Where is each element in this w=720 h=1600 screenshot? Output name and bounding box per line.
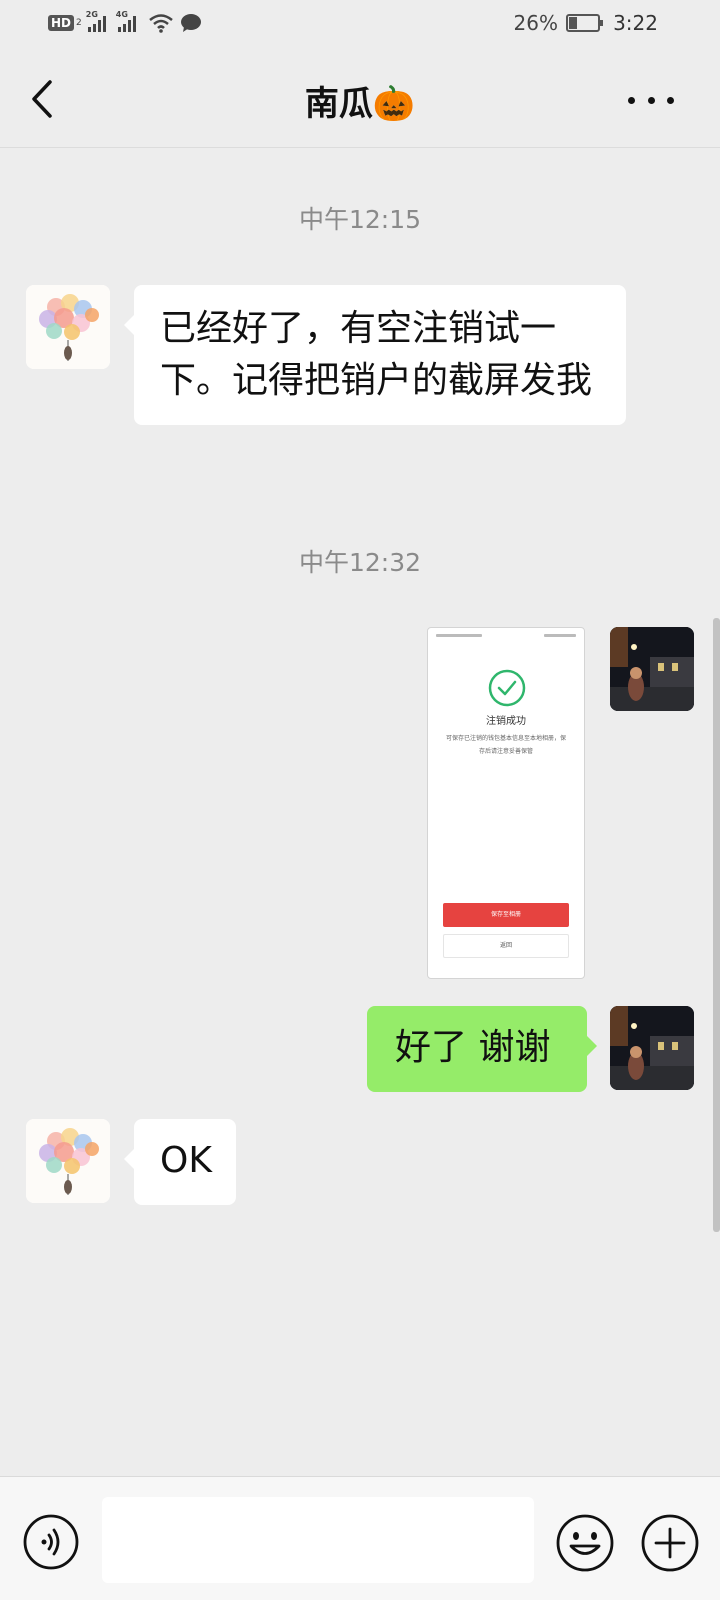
night-street-avatar-image [610,1006,694,1090]
status-icons-right: 26% [513,11,603,35]
voice-icon [23,1514,79,1570]
message-input[interactable] [102,1497,534,1583]
status-bar: HD 2 2G 4G 26% 3:22 [0,0,720,50]
plus-icon [641,1514,699,1572]
outgoing-message-bubble[interactable]: 好了 谢谢 [367,1006,597,1092]
battery-percent: 26% [513,11,558,35]
emoji-button[interactable] [555,1513,615,1573]
status-icons-left: HD 2 2G 4G [48,10,202,33]
signal-icon-sim2: 4G [116,10,136,32]
battery-icon [566,14,603,32]
sim2-network-label: 4G [115,10,128,19]
screenshot-status-bar [436,632,576,638]
chat-header: 南瓜🎃 [0,50,720,148]
incoming-message-bubble[interactable]: OK [124,1119,236,1205]
contact-avatar[interactable] [26,1119,110,1203]
more-dots-icon [628,96,635,104]
balloons-avatar-image [26,285,110,369]
image-message[interactable]: 注销成功 可保存已注销的钱包基本信息至本地相册，保存后请注意妥善保管 保存至相册… [427,627,585,979]
chat-title: 南瓜🎃 [304,84,416,124]
message-text: 好了 谢谢 [395,1027,551,1068]
screenshot-title: 注销成功 [486,716,526,727]
more-functions-button[interactable] [640,1513,700,1573]
input-bar [0,1476,720,1600]
message-timestamp: 中午12:15 [298,205,422,234]
message-text: 已经好了，有空注销试一下。记得把销户的截屏发我 [160,308,593,401]
more-button[interactable] [628,80,674,120]
hd-badge: HD [48,15,75,31]
night-street-avatar-image [610,627,694,711]
message-text: OK [160,1140,212,1181]
emoji-icon [556,1514,614,1572]
signal-icon-sim1: 2G [86,10,106,32]
chat-notification-icon [180,14,201,32]
message-timestamp: 中午12:32 [298,548,422,577]
contact-avatar[interactable] [26,285,110,369]
screenshot-back-button: 返回 [443,934,569,958]
screenshot-description: 可保存已注销的钱包基本信息至本地相册，保存后请注意妥善保管 [446,735,567,755]
screenshot-save-button: 保存至相册 [443,903,569,927]
success-check-icon [488,669,526,707]
sim1-network-label: 2G [85,10,98,19]
wifi-icon [148,14,173,33]
my-avatar[interactable] [610,1006,694,1090]
voice-button[interactable] [22,1513,80,1571]
my-avatar[interactable] [610,627,694,711]
hd-sim-index: 2 [76,18,82,28]
incoming-message-bubble[interactable]: 已经好了，有空注销试一下。记得把销户的截屏发我 [124,285,626,425]
balloons-avatar-image [26,1119,110,1203]
chat-scrollbar[interactable] [713,618,720,1232]
clock: 3:22 [613,11,658,35]
